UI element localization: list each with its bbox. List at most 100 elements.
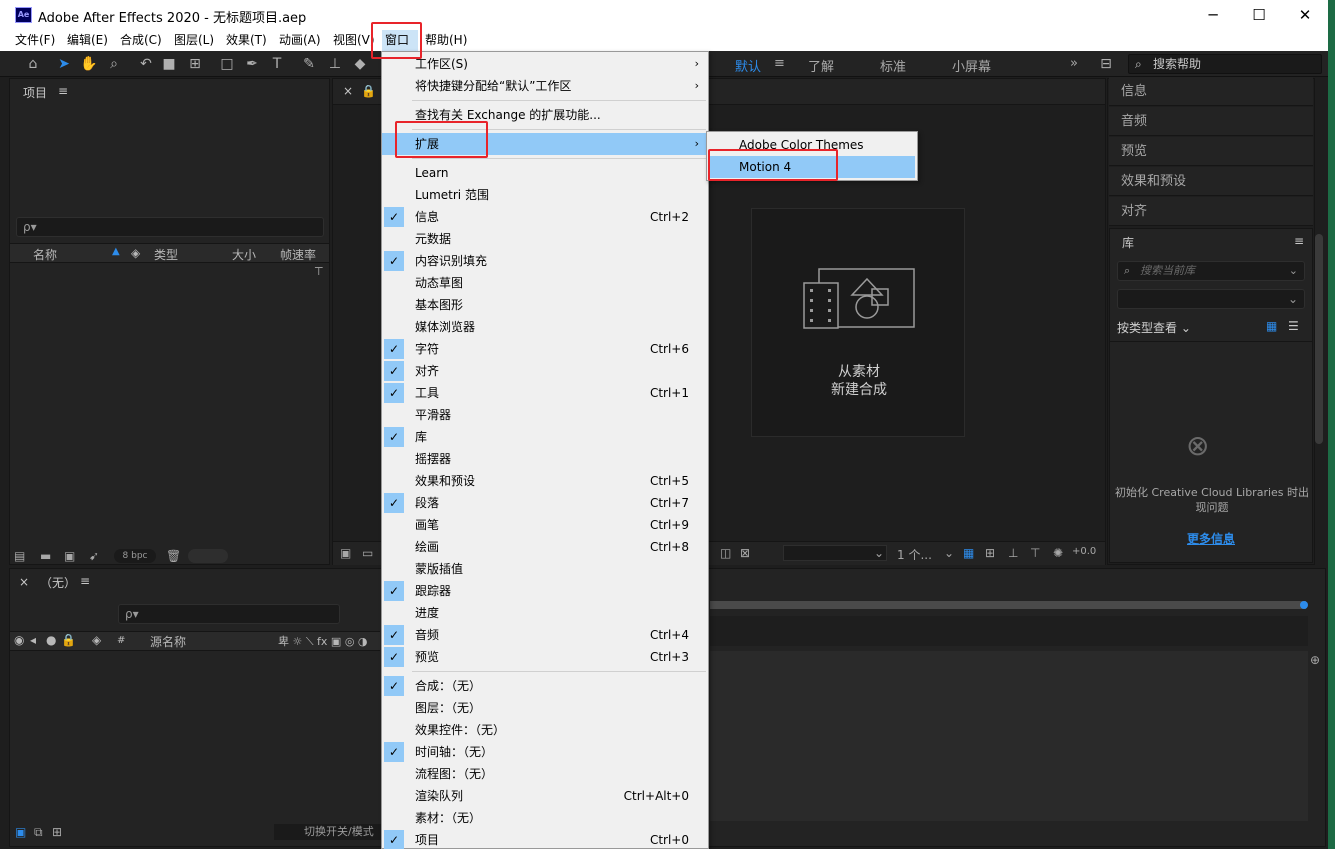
window-menu-item[interactable]: 进度 [382, 602, 708, 624]
audio-toggle-icon[interactable]: ◂ [30, 633, 36, 647]
clone-stamp-tool-icon[interactable]: ⊥ [326, 55, 344, 73]
new-folder-icon[interactable]: ▬ [40, 549, 51, 563]
libraries-panel-menu-icon[interactable]: ≡ [1294, 234, 1304, 248]
window-menu-item[interactable]: 基本图形 [382, 294, 708, 316]
window-menu-item[interactable]: 元数据 [382, 228, 708, 250]
scroll-pill[interactable] [188, 549, 228, 563]
window-menu-item[interactable]: 将快捷键分配给“默认”工作区 › [382, 75, 708, 97]
view-by-type-dropdown[interactable]: 按类型查看 ⌄ [1117, 319, 1191, 336]
transparency-grid-icon[interactable]: ⊞ [985, 546, 995, 560]
bpc-toggle[interactable]: 8 bpc [114, 549, 156, 563]
menu-composition[interactable]: 合成(C) [117, 30, 165, 51]
dropdown-chevron-icon[interactable]: ⌄ [944, 546, 954, 560]
window-menu-item[interactable]: 绘画 Ctrl+8 [382, 536, 708, 558]
menu-edit[interactable]: 编辑(E) [64, 30, 111, 51]
view-count-dropdown[interactable]: 1 个... [897, 546, 932, 563]
window-menu-item[interactable]: ✓ 内容识别填充 [382, 250, 708, 272]
composition-tab-close-icon[interactable]: × [343, 84, 353, 98]
label-tag-icon[interactable]: ◈ [131, 246, 140, 260]
always-preview-icon[interactable]: ▣ [340, 546, 351, 560]
dropdown-chevron-icon[interactable]: ⌄ [874, 546, 884, 560]
window-menu-item[interactable]: 渲染队列 Ctrl+Alt+0 [382, 785, 708, 807]
window-menu-item[interactable]: ✓ 信息 Ctrl+2 [382, 206, 708, 228]
rotate-tool-icon[interactable]: ↶ [137, 55, 155, 73]
fast-preview-icon[interactable]: ▦ [963, 546, 974, 560]
exposure-icon[interactable]: ✺ [1053, 546, 1063, 560]
preview-panel-tab[interactable]: 预览 [1109, 137, 1313, 166]
source-name-column[interactable]: 源名称 [150, 633, 186, 650]
maximize-button[interactable]: ☐ [1236, 0, 1282, 30]
window-menu-item[interactable]: 摇摆器 [382, 448, 708, 470]
window-menu-item[interactable]: ✓ 音频 Ctrl+4 [382, 624, 708, 646]
label-tag-icon[interactable]: ◈ [92, 633, 101, 647]
window-menu-item[interactable]: 效果和预设 Ctrl+5 [382, 470, 708, 492]
comp-footer-box-icon[interactable]: ◫ [720, 546, 731, 560]
menu-file[interactable]: 文件(F) [12, 30, 58, 51]
window-menu-item[interactable]: ✓ 合成：（无） [382, 675, 708, 697]
selection-tool-icon[interactable]: ➤ [55, 55, 73, 73]
pen-tool-icon[interactable]: ✒ [243, 55, 261, 73]
window-menu-item[interactable]: ✓ 时间轴：（无） [382, 741, 708, 763]
workspace-small-screen[interactable]: 小屏幕 [952, 56, 991, 75]
comp-mini-flowchart-icon[interactable]: ▣ [15, 825, 26, 839]
library-selector-dropdown[interactable]: ⌄ [1117, 289, 1305, 309]
window-menu-item[interactable]: 画笔 Ctrl+9 [382, 514, 708, 536]
menu-help[interactable]: 帮助(H) [422, 30, 470, 51]
audio-panel-tab[interactable]: 音频 [1109, 107, 1313, 136]
window-menu-item[interactable]: ✓ 工具 Ctrl+1 [382, 382, 708, 404]
project-search-input[interactable]: ρ▾ [16, 217, 324, 237]
window-menu-item[interactable]: ✓ 项目 Ctrl+0 [382, 829, 708, 849]
close-window-button[interactable]: ✕ [1282, 0, 1328, 30]
window-menu-item[interactable]: 流程图：（无） [382, 763, 708, 785]
window-menu-item[interactable]: 效果控件：（无） [382, 719, 708, 741]
timeline-zoom-icon[interactable]: ⊕ [1310, 653, 1320, 667]
flowchart-icon[interactable]: ⊤ [1030, 546, 1040, 560]
time-ruler[interactable] [710, 616, 1308, 646]
window-menu-item[interactable]: ✓ 预览 Ctrl+3 [382, 646, 708, 668]
trash-icon[interactable]: 🗑 [166, 549, 181, 563]
window-menu-item[interactable]: 图层：（无） [382, 697, 708, 719]
adjust-icon[interactable]: ➹ [89, 549, 99, 563]
home-icon[interactable]: ⌂ [24, 55, 42, 73]
window-menu-item[interactable]: 蒙版插值 [382, 558, 708, 580]
sort-ascending-icon[interactable]: ▲ [112, 246, 120, 257]
workspace-menu-icon[interactable]: ≡ [774, 56, 785, 71]
window-menu-item[interactable]: ✓ 对齐 [382, 360, 708, 382]
camera-tool-icon[interactable]: ■ [160, 55, 178, 73]
right-panel-scrollbar[interactable] [1315, 234, 1323, 444]
eraser-tool-icon[interactable]: ◆ [351, 55, 369, 73]
workspace-overflow-icon[interactable]: » [1070, 56, 1078, 71]
library-search-input[interactable]: ⌕ 搜索当前库 ⌄ [1117, 261, 1305, 281]
workspace-learn[interactable]: 了解 [808, 56, 834, 75]
workspace-standard[interactable]: 标准 [880, 56, 906, 75]
monitor-icon[interactable]: ▭ [362, 546, 373, 560]
toggle-switches-modes-button[interactable]: 切换开关/模式 [274, 824, 384, 840]
window-menu-item[interactable]: ✓ 库 [382, 426, 708, 448]
window-menu-item[interactable]: ✓ 字符 Ctrl+6 [382, 338, 708, 360]
menu-animation[interactable]: 动画(A) [276, 30, 324, 51]
exposure-value[interactable]: +0.0 [1072, 546, 1096, 557]
text-tool-icon[interactable]: T [268, 55, 286, 73]
window-menu-item[interactable]: 素材：（无） [382, 807, 708, 829]
project-panel-menu-icon[interactable]: ≡ [58, 84, 68, 98]
lock-icon[interactable]: 🔒 [61, 633, 76, 647]
composition-lock-icon[interactable]: 🔒 [361, 84, 376, 98]
new-composition-icon[interactable]: ▣ [64, 549, 75, 563]
video-toggle-icon[interactable]: ◉ [14, 633, 24, 647]
expand-panes-icon[interactable]: ⊞ [52, 825, 62, 839]
window-menu-item[interactable]: Learn [382, 162, 708, 184]
timeline-close-icon[interactable]: × [19, 575, 29, 589]
more-info-link[interactable]: 更多信息 [1110, 530, 1312, 547]
window-menu-item[interactable]: 动态草图 [382, 272, 708, 294]
pan-behind-tool-icon[interactable]: ⊞ [186, 55, 204, 73]
list-view-icon[interactable]: ☰ [1288, 319, 1299, 333]
work-area-bar[interactable] [710, 601, 1306, 609]
window-menu-item[interactable]: 平滑器 [382, 404, 708, 426]
comp-footer-frame-icon[interactable]: ⊠ [740, 546, 750, 560]
minimize-button[interactable]: ─ [1190, 0, 1236, 30]
search-help-input[interactable]: ⌕ 搜索帮助 [1128, 54, 1322, 74]
switches-icons[interactable]: 卑 ☼ ⟍ fx ▣ ◎ ◑ [278, 633, 368, 649]
solo-toggle-icon[interactable]: ● [46, 633, 56, 647]
menu-layer[interactable]: 图层(L) [171, 30, 217, 51]
window-menu-item[interactable]: 媒体浏览器 [382, 316, 708, 338]
